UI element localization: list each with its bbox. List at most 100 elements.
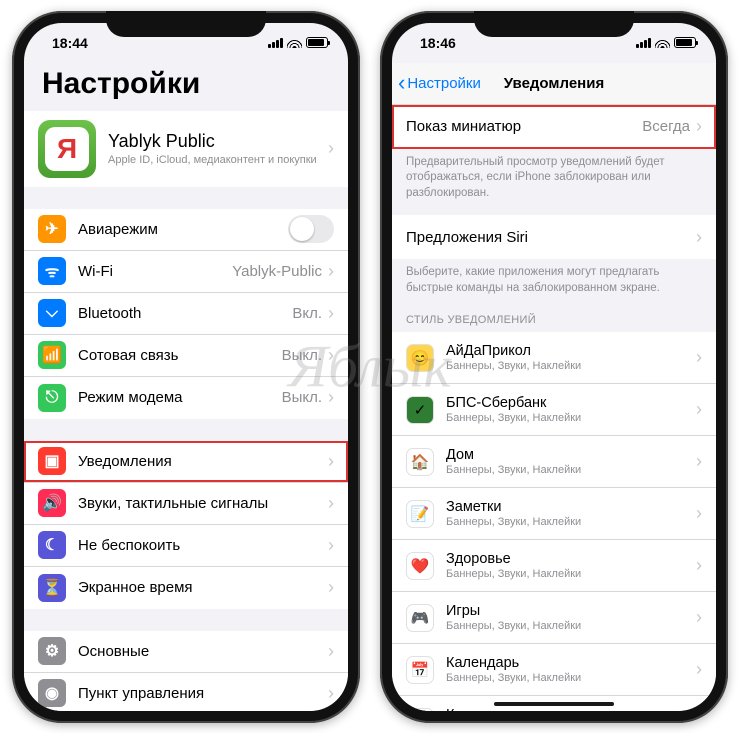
row-screentime[interactable]: ⏳ Экранное время › (24, 567, 348, 609)
dnd-icon: ☾ (38, 531, 66, 559)
row-app[interactable]: 📝ЗаметкиБаннеры, Звуки, Наклейки› (392, 488, 716, 540)
label-airplane: Авиарежим (78, 221, 288, 238)
label-screentime: Экранное время (78, 579, 328, 596)
notch (474, 11, 634, 37)
chevron-right-icon: › (328, 577, 334, 598)
app-icon: ✓ (406, 396, 434, 424)
toggle-airplane[interactable] (288, 215, 334, 243)
row-app[interactable]: 🏠ДомБаннеры, Звуки, Наклейки› (392, 436, 716, 488)
app-name: БПС-Сбербанк (446, 395, 696, 411)
app-name: Карты (446, 707, 696, 710)
screen-settings: 18:44 Настройки Я Yablyk Public Apple ID… (24, 23, 348, 711)
airplane-icon: ✈ (38, 215, 66, 243)
notch (106, 11, 266, 37)
chevron-right-icon: › (328, 261, 334, 282)
row-apple-id[interactable]: Я Yablyk Public Apple ID, iCloud, медиак… (24, 111, 348, 187)
row-notifications[interactable]: ▣ Уведомления › (24, 441, 348, 483)
chevron-right-icon: › (328, 683, 334, 704)
value-bt: Вкл. (292, 305, 322, 322)
chevron-right-icon: › (696, 451, 702, 472)
chevron-right-icon: › (328, 493, 334, 514)
app-icon: 😊 (406, 344, 434, 372)
chevron-right-icon: › (328, 345, 334, 366)
app-detail: Баннеры, Звуки, Наклейки (446, 568, 696, 580)
hotspot-icon: ⎋ (38, 384, 66, 412)
label-general: Основные (78, 643, 328, 660)
label-preview: Показ миниатюр (406, 118, 642, 135)
row-app[interactable]: ✓ БПС-СбербанкБаннеры, Звуки, Наклейки› (392, 384, 716, 436)
cellular-icon: 📶 (38, 341, 66, 369)
chevron-right-icon: › (328, 387, 334, 408)
chevron-right-icon: › (696, 503, 702, 524)
app-name: Заметки (446, 499, 696, 515)
status-time: 18:46 (420, 35, 456, 51)
app-icon: 🏠 (406, 448, 434, 476)
app-icon: 📝 (406, 500, 434, 528)
phone-right: 18:46 ‹ Настройки Уведомления Показ мини… (380, 11, 728, 723)
chevron-right-icon: › (328, 641, 334, 662)
row-bluetooth[interactable]: ⌵ Bluetooth Вкл. › (24, 293, 348, 335)
profile-name: Yablyk Public (108, 131, 328, 152)
row-cellular[interactable]: 📶 Сотовая связь Выкл. › (24, 335, 348, 377)
wifi-icon (287, 35, 302, 51)
label-cell: Сотовая связь (78, 347, 282, 364)
row-app[interactable]: ❤️ЗдоровьеБаннеры, Звуки, Наклейки› (392, 540, 716, 592)
row-hotspot[interactable]: ⎋ Режим модема Выкл. › (24, 377, 348, 419)
label-hotspot: Режим модема (78, 389, 282, 406)
group-notif: ▣ Уведомления › 🔊 Звуки, тактильные сигн… (24, 441, 348, 609)
chevron-right-icon: › (696, 227, 702, 248)
row-control-center[interactable]: ◉ Пункт управления › (24, 673, 348, 711)
footer-siri: Выберите, какие приложения могут предлаг… (392, 259, 716, 310)
label-notif: Уведомления (78, 453, 328, 470)
app-detail: Баннеры, Звуки, Наклейки (446, 360, 696, 372)
group-apps: 😊АйДаПриколБаннеры, Звуки, Наклейки› ✓ БПС… (392, 332, 716, 710)
home-indicator[interactable] (494, 702, 614, 706)
label-siri: Предложения Siri (406, 229, 696, 246)
app-icon: 🎮 (406, 604, 434, 632)
signal-icon (636, 38, 651, 48)
app-icon: 🗺️ (406, 708, 434, 711)
value-preview: Всегда (642, 118, 690, 135)
group-profile: Я Yablyk Public Apple ID, iCloud, медиак… (24, 111, 348, 187)
row-show-previews[interactable]: Показ миниатюр Всегда › (392, 105, 716, 149)
app-detail: Баннеры, Звуки, Наклейки (446, 412, 696, 424)
app-icon: ❤️ (406, 552, 434, 580)
value-wifi: Yablyk-Public (232, 263, 322, 280)
bluetooth-icon: ⌵ (38, 299, 66, 327)
value-cell: Выкл. (282, 347, 322, 364)
row-airplane[interactable]: ✈ Авиарежим (24, 209, 348, 251)
chevron-right-icon: › (696, 347, 702, 368)
chevron-right-icon: › (696, 116, 702, 137)
wifi-settings-icon: ᯤ (38, 257, 66, 285)
wifi-icon (655, 35, 670, 51)
row-app[interactable]: 🎮ИгрыБаннеры, Звуки, Наклейки› (392, 592, 716, 644)
group-preview: Показ миниатюр Всегда › (392, 105, 716, 149)
app-name: Календарь (446, 655, 696, 671)
control-center-icon: ◉ (38, 679, 66, 707)
battery-icon (674, 37, 696, 48)
profile-subtitle: Apple ID, iCloud, медиаконтент и покупки (108, 154, 328, 166)
phone-left: 18:44 Настройки Я Yablyk Public Apple ID… (12, 11, 360, 723)
app-detail: Баннеры, Звуки, Наклейки (446, 672, 696, 684)
app-icon: 📅 (406, 656, 434, 684)
row-app[interactable]: 📅КалендарьБаннеры, Звуки, Наклейки› (392, 644, 716, 696)
row-wifi[interactable]: ᯤ Wi-Fi Yablyk-Public › (24, 251, 348, 293)
group-network: ✈ Авиарежим ᯤ Wi-Fi Yablyk-Public › ⌵ Bl… (24, 209, 348, 419)
chevron-right-icon: › (696, 607, 702, 628)
chevron-right-icon: › (328, 303, 334, 324)
row-siri-suggestions[interactable]: Предложения Siri › (392, 215, 716, 259)
chevron-right-icon: › (328, 138, 334, 159)
row-dnd[interactable]: ☾ Не беспокоить › (24, 525, 348, 567)
screen-notifications: 18:46 ‹ Настройки Уведомления Показ мини… (392, 23, 716, 711)
app-detail: Баннеры, Звуки, Наклейки (446, 464, 696, 476)
chevron-right-icon: › (696, 399, 702, 420)
chevron-right-icon: › (328, 451, 334, 472)
row-sounds[interactable]: 🔊 Звуки, тактильные сигналы › (24, 483, 348, 525)
battery-icon (306, 37, 328, 48)
footer-preview: Предварительный просмотр уведомлений буд… (392, 149, 716, 216)
app-name: Здоровье (446, 551, 696, 567)
row-app[interactable]: 😊АйДаПриколБаннеры, Звуки, Наклейки› (392, 332, 716, 384)
signal-icon (268, 38, 283, 48)
row-general[interactable]: ⚙ Основные › (24, 631, 348, 673)
label-wifi: Wi-Fi (78, 263, 232, 280)
